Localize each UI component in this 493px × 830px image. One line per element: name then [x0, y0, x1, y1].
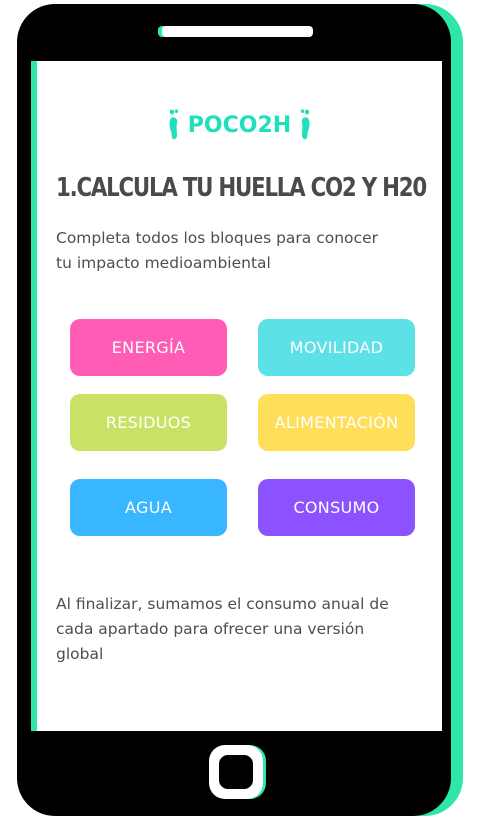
energia-button[interactable]: ENERGÍA [70, 319, 227, 376]
right-foot-icon [301, 109, 310, 140]
consumo-button[interactable]: CONSUMO [258, 479, 415, 536]
intro-text: Completa todos los bloques para conocer … [56, 229, 378, 272]
logo-text: POCO2H [187, 112, 292, 138]
page-title: 1.CALCULA TU HUELLA CO2 Y H20 [56, 173, 427, 203]
left-foot-icon [169, 109, 178, 140]
agua-button[interactable]: AGUA [70, 479, 227, 536]
phone-mockup: POCO2H 1.CALCULA TU HUELLA CO2 Y H20 Com… [0, 0, 493, 830]
residuos-button[interactable]: RESIDUOS [70, 394, 227, 451]
app-logo: POCO2H [37, 109, 442, 141]
outro-text: Al finalizar, sumamos el consumo anual d… [56, 595, 389, 663]
alimentacion-button[interactable]: ALIMENTACIÓN [258, 394, 415, 451]
home-button[interactable] [209, 745, 263, 799]
phone-screen: POCO2H 1.CALCULA TU HUELLA CO2 Y H20 Com… [37, 61, 442, 731]
movilidad-button[interactable]: MOVILIDAD [258, 319, 415, 376]
home-button-inner [219, 755, 253, 789]
phone-speaker [162, 26, 313, 37]
